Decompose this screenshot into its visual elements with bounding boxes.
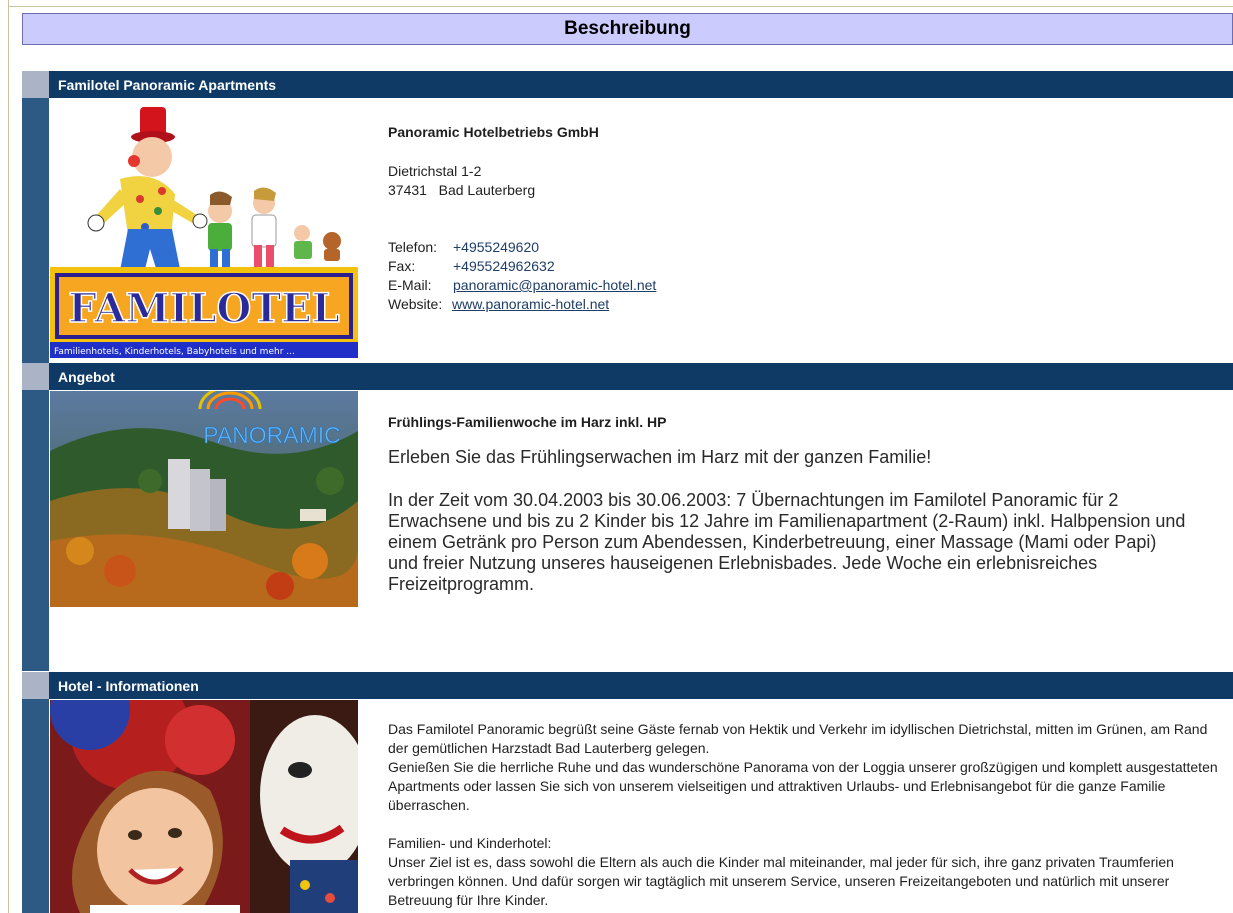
- email-label: E-Mail:: [388, 277, 432, 293]
- info-paragraph-3: Familien- und Kinderhotel:: [388, 835, 552, 851]
- hotel-landscape-image: PANORAMIC: [50, 391, 358, 607]
- panoramic-logo-word: PANORAMIC: [203, 422, 341, 448]
- company-name: Panoramic Hotelbetriebs GmbH: [388, 124, 599, 140]
- info-paragraph-1: Das Familotel Panoramic begrüßt seine Gä…: [388, 721, 1208, 756]
- phone-label: Telefon:: [388, 239, 438, 255]
- fax-value: +495524962632: [453, 258, 555, 274]
- left-frame-line: [8, 0, 9, 913]
- page-title: Beschreibung: [22, 13, 1233, 45]
- zip-city: 37431 Bad Lauterberg: [388, 181, 656, 200]
- street: Dietrichstal 1-2: [388, 163, 482, 179]
- website-label: Website:: [388, 296, 443, 312]
- info-content: Das Familotel Panoramic begrüßt seine Gä…: [388, 720, 1218, 910]
- section-title: Familotel Panoramic Apartments: [49, 71, 1233, 98]
- section-title: Hotel - Informationen: [49, 672, 1233, 699]
- logo-tagline: Familienhotels, Kinderhotels, Babyhotels…: [54, 347, 295, 357]
- offer-intro: Erleben Sie das Frühlingserwachen im Har…: [388, 447, 932, 467]
- website-row: Website: www.panoramic-hotel.net: [388, 295, 656, 314]
- section-side-stripe: [22, 390, 49, 671]
- section-header-info: Hotel - Informationen: [22, 672, 1233, 699]
- clown-family-illustration: FAMILOTEL Familienhotels, Kinderhotels, …: [50, 107, 358, 358]
- page-title-text: Beschreibung: [564, 18, 691, 39]
- city: Bad Lauterberg: [438, 182, 536, 198]
- email-row: E-Mail: panoramic@panoramic-hotel.net: [388, 276, 656, 295]
- zip: 37431: [388, 182, 427, 198]
- contact-block: Panoramic Hotelbetriebs GmbH Dietrichsta…: [388, 123, 656, 314]
- email-link[interactable]: panoramic@panoramic-hotel.net: [453, 276, 656, 295]
- fax-label: Fax:: [388, 258, 416, 274]
- website-link[interactable]: www.panoramic-hotel.net: [452, 295, 609, 314]
- clown-child-illustration: [50, 700, 358, 913]
- section-corner: [22, 672, 49, 699]
- section-corner: [22, 363, 49, 390]
- section-header-contact: Familotel Panoramic Apartments: [22, 71, 1233, 98]
- phone-value: +4955249620: [453, 239, 540, 255]
- offer-heading: Frühlings-Familienwoche im Harz inkl. HP: [388, 414, 667, 430]
- clown-child-photo: [50, 700, 358, 913]
- phone-row: Telefon: +4955249620: [388, 238, 656, 257]
- offer-body: In der Zeit vom 30.04.2003 bis 30.06.200…: [388, 490, 1186, 594]
- fax-row: Fax: +495524962632: [388, 257, 656, 276]
- offer-content: Frühlings-Familienwoche im Harz inkl. HP…: [388, 413, 1208, 595]
- info-paragraph-2: Genießen Sie die herrliche Ruhe und das …: [388, 759, 1218, 813]
- section-title: Angebot: [49, 363, 1233, 390]
- hotel-aerial-photo: PANORAMIC: [50, 391, 358, 607]
- section-side-stripe: [22, 699, 49, 913]
- info-paragraph-4: Unser Ziel ist es, dass sowohl die Elter…: [388, 854, 1174, 908]
- section-side-stripe: [22, 98, 49, 363]
- familotel-logo-image: FAMILOTEL Familienhotels, Kinderhotels, …: [50, 99, 358, 358]
- familotel-logo-word: FAMILOTEL: [68, 285, 339, 332]
- top-frame-line: [8, 6, 1233, 7]
- section-header-offer: Angebot: [22, 363, 1233, 390]
- section-corner: [22, 71, 49, 98]
